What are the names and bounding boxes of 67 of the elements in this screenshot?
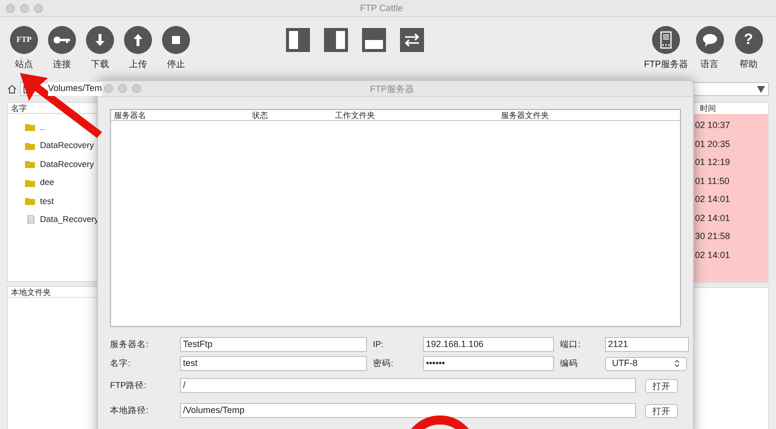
field-label: 密码: <box>373 357 394 370</box>
input-field[interactable]: / <box>180 378 636 393</box>
pane-bottom-icon[interactable] <box>362 28 386 52</box>
folder-icon <box>25 142 35 150</box>
upload-icon <box>124 26 152 54</box>
modified-time: 02 14:01 <box>695 193 732 206</box>
input-field[interactable]: TestFtp <box>180 337 367 352</box>
column-header[interactable]: 服务器名 <box>111 110 249 120</box>
ftp-icon: FTP <box>10 26 38 54</box>
toolbar-button[interactable]: 语言 <box>692 26 727 70</box>
file-name[interactable]: dee <box>40 176 54 189</box>
input-field[interactable]: test <box>180 356 367 371</box>
dropdown-arrow-icon <box>757 86 765 92</box>
column-header[interactable]: 工作文件夹 <box>332 110 498 120</box>
field-label: 端口: <box>560 338 582 351</box>
file-name[interactable]: DataRecovery <box>40 158 94 170</box>
file-icon <box>27 215 35 224</box>
column-header[interactable]: 服务器文件夹 <box>498 110 678 120</box>
field-label: FTP路径: <box>110 379 148 392</box>
field-label: 编码 <box>560 357 579 370</box>
toolbar-button[interactable]: 上传 <box>124 26 152 70</box>
folder-icon <box>25 197 35 205</box>
field-label: 名字: <box>110 357 132 370</box>
password-field[interactable]: •••••• <box>423 356 554 371</box>
file-name[interactable]: .. <box>40 120 45 134</box>
toolbar-button[interactable]: 连接 <box>48 26 76 70</box>
speech-bubble-icon <box>696 26 724 54</box>
toolbar-button[interactable]: 停止 <box>162 26 190 70</box>
field-label: 服务器名: <box>110 338 150 351</box>
file-name[interactable]: DataRecovery <box>40 139 94 152</box>
input-field[interactable]: 2121 <box>605 337 689 352</box>
column-header[interactable]: 状态 <box>249 110 332 120</box>
folder-icon <box>25 160 35 168</box>
folder-icon <box>25 178 35 186</box>
dialog-title: FTP服务器 <box>370 83 414 96</box>
pane-left-icon[interactable] <box>286 28 310 52</box>
toolbar-button[interactable]: 下载 <box>86 26 114 70</box>
folder-icon <box>25 123 35 131</box>
home-icon[interactable] <box>7 84 17 94</box>
input-field[interactable]: /Volumes/Temp <box>180 403 636 418</box>
toolbar-button[interactable]: FTP服务器 <box>644 26 688 70</box>
window-title: FTP Cattle <box>360 2 403 15</box>
modified-time: 01 11:50 <box>695 174 730 188</box>
open-button[interactable]: 打开 <box>645 404 678 418</box>
modified-time: 01 20:35 <box>695 138 732 150</box>
field-label: 本地路径: <box>110 404 150 417</box>
field-label: IP: <box>373 338 384 351</box>
toolbar-button[interactable]: ? 帮助 <box>731 26 766 70</box>
stop-icon <box>162 26 190 54</box>
encoding-select[interactable]: UTF-8 <box>605 356 687 370</box>
modified-time: 30 21:58 <box>695 230 732 243</box>
input-field[interactable]: 192.168.1.106 <box>423 337 554 352</box>
document-icon <box>652 26 680 54</box>
modified-time: 02 14:01 <box>695 212 732 224</box>
toolbar-button[interactable]: FTP 站点 <box>10 26 38 70</box>
file-name[interactable]: test <box>40 194 54 208</box>
open-button[interactable]: 打开 <box>645 378 678 392</box>
modified-time: 02 10:37 <box>695 119 732 132</box>
chevron-icon <box>674 359 680 368</box>
key-icon <box>48 26 76 54</box>
modified-time: 02 14:01 <box>695 248 732 262</box>
download-icon <box>86 26 114 54</box>
pane-right-icon[interactable] <box>324 28 348 52</box>
swap-arrows-icon[interactable] <box>400 28 424 52</box>
file-name[interactable]: Data_Recovery <box>40 213 99 226</box>
modified-time: 01 12:19 <box>695 156 732 169</box>
help-icon: ? <box>734 26 762 54</box>
